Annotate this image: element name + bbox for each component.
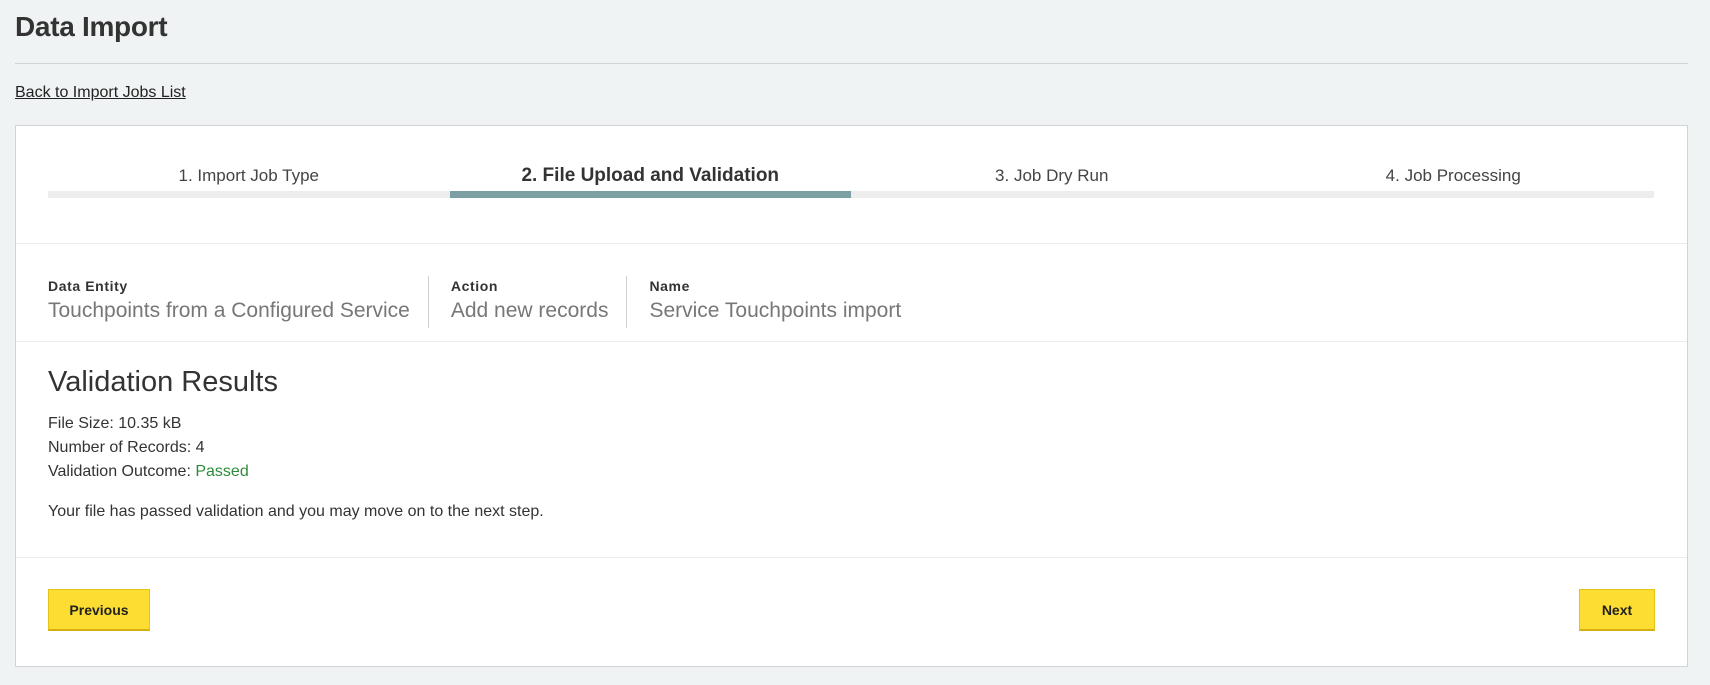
step-label: 4. Job Processing — [1385, 166, 1521, 185]
validation-outcome-label: Validation Outcome: — [48, 463, 191, 480]
job-info-row: Data Entity Touchpoints from a Configure… — [48, 276, 941, 328]
data-entity-value: Touchpoints from a Configured Service — [48, 299, 410, 322]
validation-outcome-status: Passed — [195, 463, 249, 480]
action-value: Add new records — [450, 299, 609, 322]
name-label: Name — [649, 278, 690, 294]
step-label: 1. Import Job Type — [178, 166, 319, 185]
step-label: 2. File Upload and Validation — [521, 165, 780, 186]
step-progress-bar — [449, 191, 851, 198]
import-wizard-card: 1. Import Job Type 2. File Upload and Va… — [15, 125, 1688, 667]
validation-outcome-line: Validation Outcome: Passed — [48, 460, 249, 484]
section-divider — [16, 341, 1687, 342]
step-label: 3. Job Dry Run — [995, 166, 1109, 185]
next-button[interactable]: Next — [1579, 589, 1655, 631]
name-info: Name Service Touchpoints import — [649, 276, 919, 328]
record-count-label: Number of Records: — [48, 439, 192, 456]
section-divider — [16, 557, 1687, 558]
action-info: Action Add new records — [451, 276, 628, 328]
record-count-line: Number of Records: 4 — [48, 436, 249, 460]
previous-button[interactable]: Previous — [48, 589, 150, 631]
back-to-import-jobs-link[interactable]: Back to Import Jobs List — [15, 84, 186, 102]
page-title: Data Import — [15, 11, 168, 42]
step-progress-bar — [48, 191, 450, 198]
step-progress-bar — [851, 191, 1253, 198]
step-file-upload-validation[interactable]: 2. File Upload and Validation — [449, 165, 851, 198]
section-divider — [16, 243, 1687, 244]
step-job-processing[interactable]: 4. Job Processing — [1252, 166, 1654, 198]
wizard-steps: 1. Import Job Type 2. File Upload and Va… — [48, 166, 1654, 198]
action-label: Action — [450, 278, 499, 294]
step-progress-bar — [1252, 191, 1654, 198]
data-entity-info: Data Entity Touchpoints from a Configure… — [48, 276, 429, 328]
record-count-value: 4 — [195, 439, 205, 456]
file-size-label: File Size: — [48, 415, 114, 432]
validation-results-heading: Validation Results — [48, 366, 278, 398]
file-size-line: File Size: 10.35 kB — [48, 412, 249, 436]
file-size-value: 10.35 kB — [118, 415, 182, 432]
step-job-dry-run[interactable]: 3. Job Dry Run — [851, 166, 1253, 198]
step-import-job-type[interactable]: 1. Import Job Type — [48, 166, 450, 198]
validation-message: Your file has passed validation and you … — [48, 503, 544, 520]
name-value: Service Touchpoints import — [649, 299, 902, 322]
data-entity-label: Data Entity — [48, 278, 128, 294]
page-header: Data Import — [15, 0, 1688, 64]
validation-results-list: File Size: 10.35 kB Number of Records: 4… — [48, 412, 249, 484]
